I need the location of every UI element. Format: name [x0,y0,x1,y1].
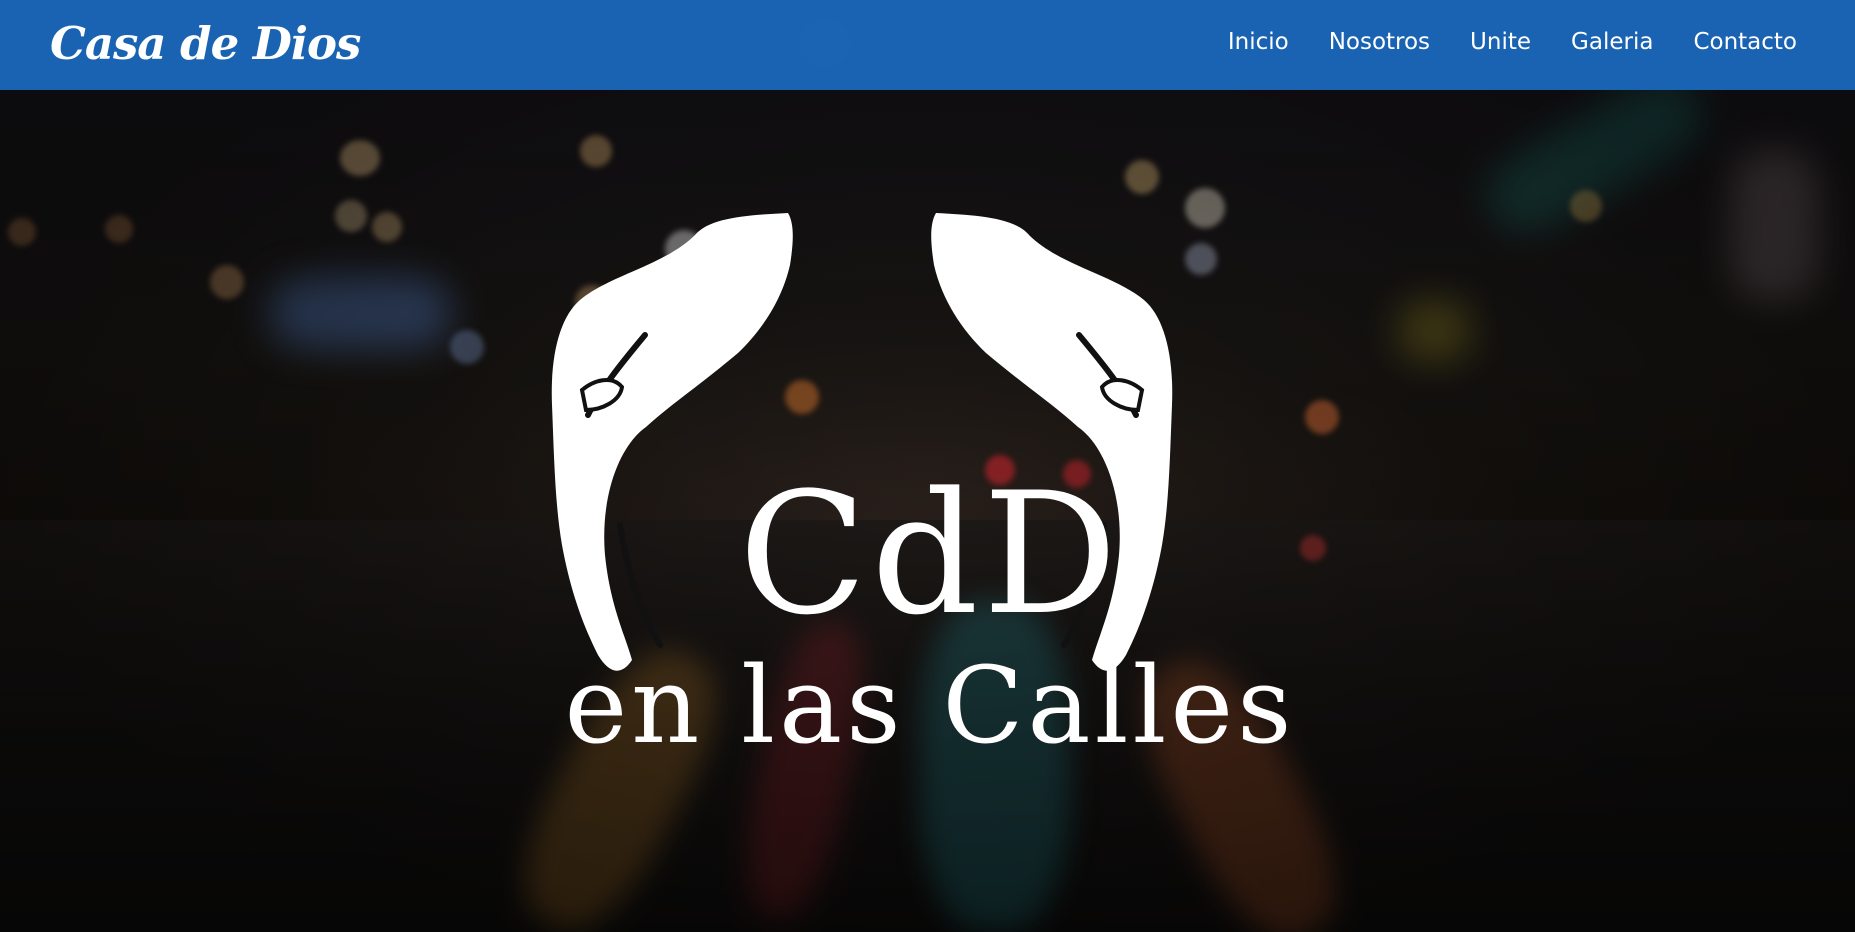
nav-link-unite[interactable]: Unite [1470,29,1531,55]
nav-links: Inicio Nosotros Unite Galeria Contacto [1188,29,1797,58]
top-navbar: Casa de Dios Inicio Nosotros Unite Galer… [0,0,1855,90]
logo-subtitle: en las Calles [564,644,1296,767]
logo-monogram: CdD [738,456,1122,652]
brand-logo-link[interactable]: Casa de Dios [50,17,361,70]
nav-link-galeria[interactable]: Galeria [1571,29,1653,55]
hero-logo: CdD en las Calles [550,205,1310,785]
nav-link-nosotros[interactable]: Nosotros [1329,29,1430,55]
nav-link-contacto[interactable]: Contacto [1693,29,1797,55]
nav-link-inicio[interactable]: Inicio [1228,29,1289,55]
